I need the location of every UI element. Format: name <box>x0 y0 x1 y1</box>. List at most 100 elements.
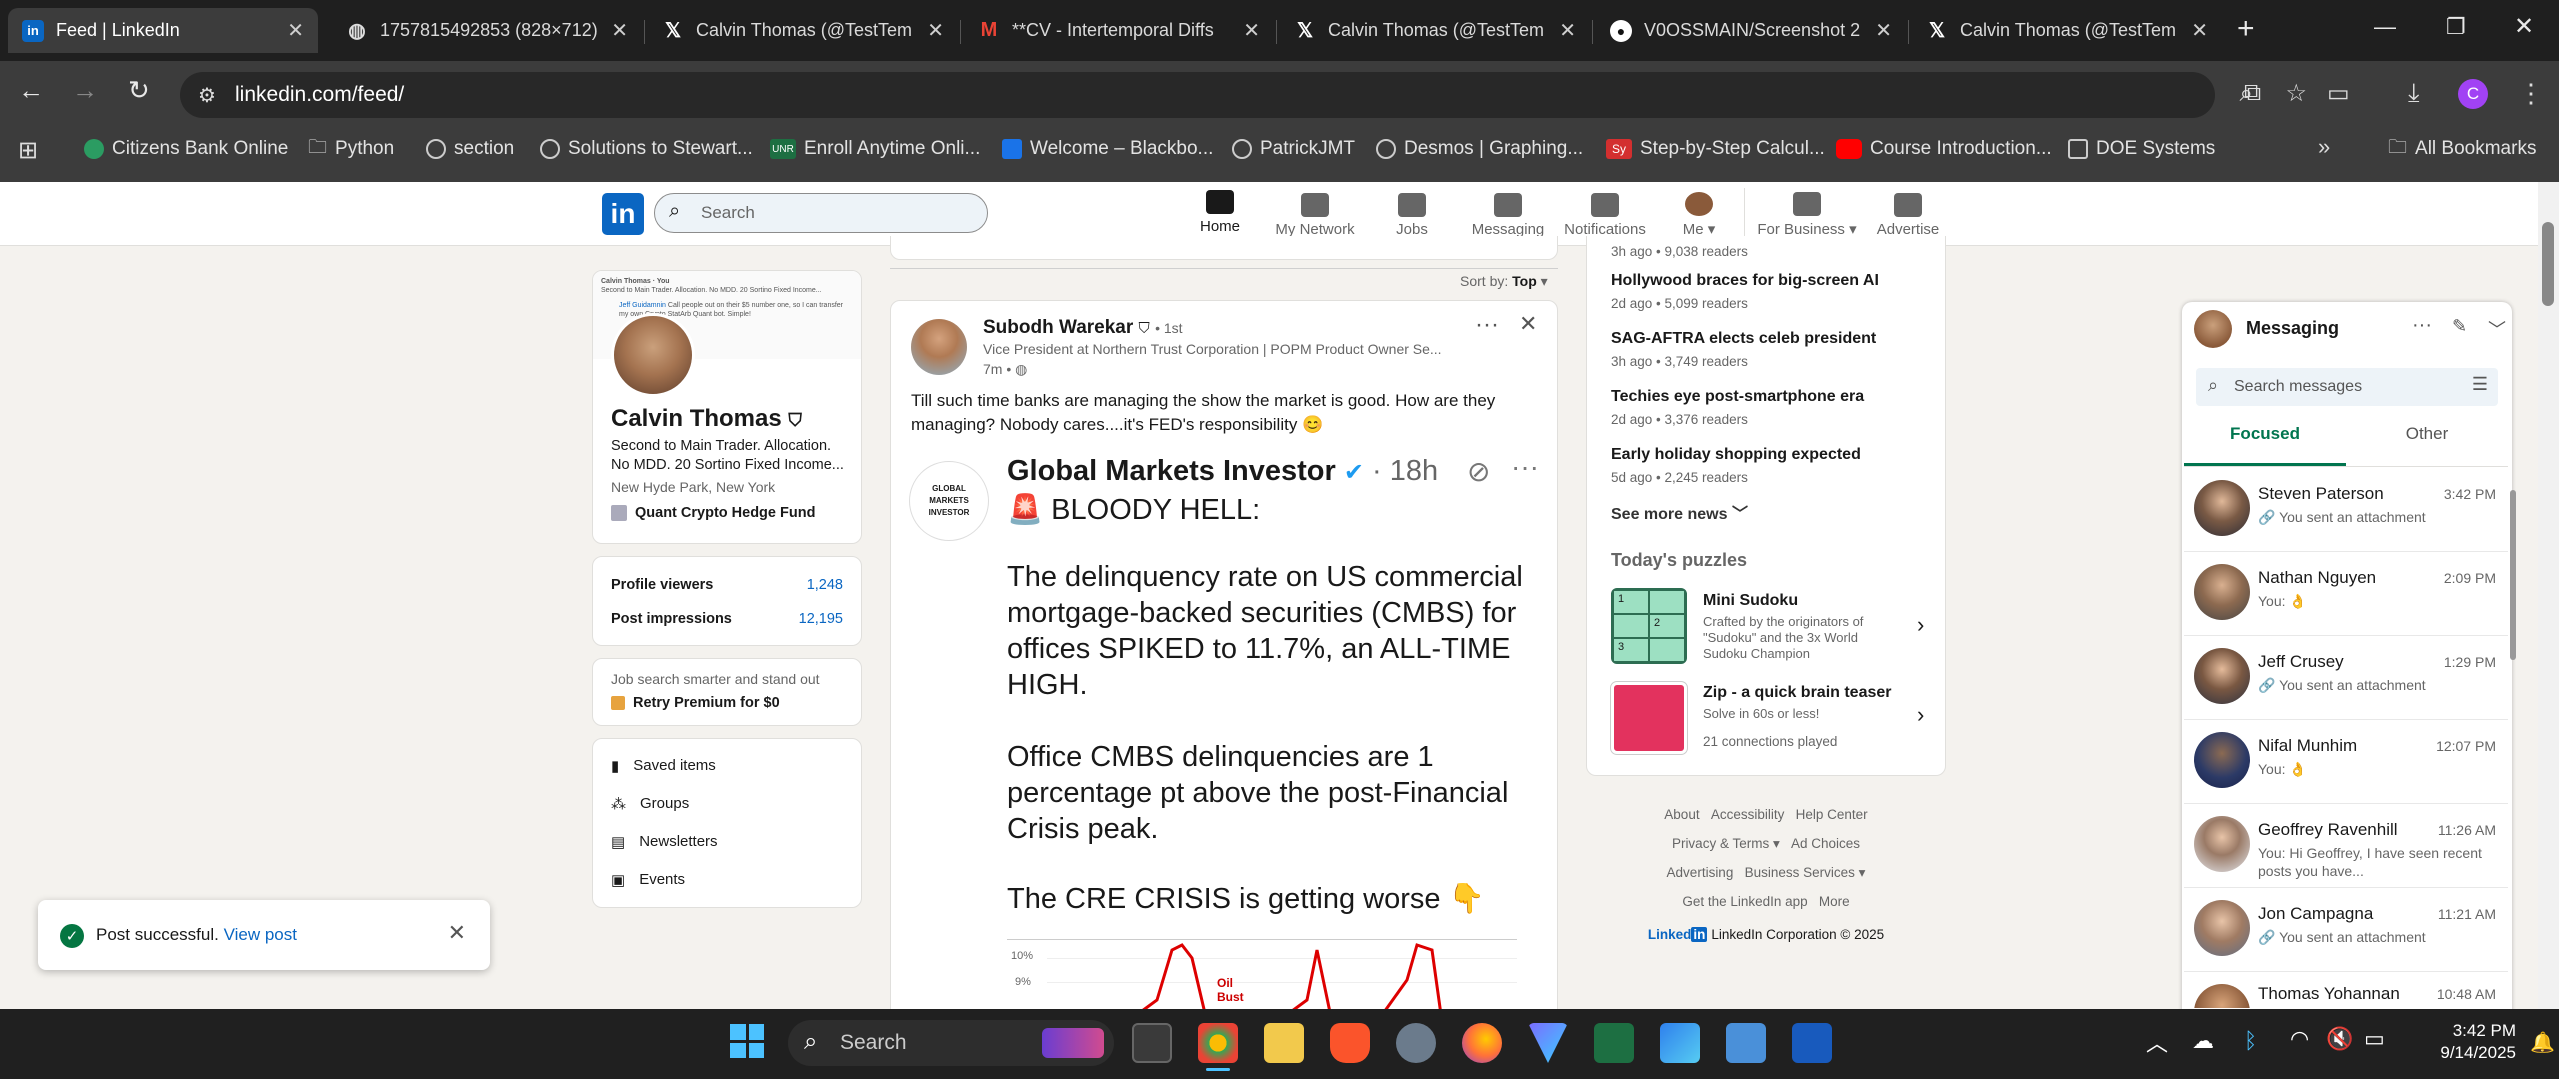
linkedin-logo[interactable]: in <box>602 193 644 235</box>
firefox-icon[interactable] <box>1462 1023 1502 1063</box>
notification-bell-icon[interactable]: 🔔 <box>2530 1030 2555 1055</box>
message-thread[interactable]: Thomas Yohannan 10:48 AM <box>2184 972 2508 1008</box>
new-tab-button[interactable]: + <box>2237 12 2255 46</box>
chevron-right-icon[interactable]: › <box>1917 702 1924 728</box>
message-thread[interactable]: Jon Campagna 11:21 AM 🔗 You sent an atta… <box>2184 888 2508 972</box>
bookmark-blackboard[interactable]: Welcome – Blackbo... <box>1002 134 1213 164</box>
saved-items-link[interactable]: ▮ Saved items <box>611 757 716 775</box>
search-input[interactable]: ⌕ Search <box>654 193 988 233</box>
message-thread[interactable]: Jeff Crusey 1:29 PM 🔗 You sent an attach… <box>2184 636 2508 720</box>
footer-link[interactable]: More <box>1819 894 1850 909</box>
close-icon[interactable]: ✕ <box>1519 311 1537 337</box>
bookmark-stewart[interactable]: Solutions to Stewart... <box>540 134 753 164</box>
chevron-right-icon[interactable]: › <box>1917 612 1924 638</box>
close-window-button[interactable]: ✕ <box>2514 12 2534 41</box>
bookmark-patrickjmt[interactable]: PatrickJMT <box>1232 134 1355 164</box>
bluetooth-icon[interactable]: ᛒ <box>2244 1028 2257 1054</box>
tab-linkedin-feed[interactable]: in Feed | LinkedIn ✕ <box>8 8 318 53</box>
close-icon[interactable]: ✕ <box>1875 18 1892 43</box>
notepad-icon[interactable] <box>1726 1023 1766 1063</box>
tab-other[interactable]: Other <box>2346 424 2508 466</box>
profile-avatar[interactable]: C <box>2458 79 2488 109</box>
apps-grid-icon[interactable]: ⊞ <box>18 136 38 165</box>
news-item-title[interactable]: Hollywood braces for big-screen AI <box>1611 272 1879 290</box>
close-icon[interactable]: ✕ <box>927 18 944 43</box>
volume-muted-icon[interactable]: 🔇 <box>2326 1026 2353 1052</box>
author-line[interactable]: Subodh Warekar ⛉ • 1st <box>983 317 1183 339</box>
post-menu-icon[interactable]: ··· <box>1475 311 1499 339</box>
stat-label[interactable]: Post impressions <box>611 611 732 627</box>
messaging-title[interactable]: Messaging <box>2246 318 2339 339</box>
word-icon[interactable] <box>1792 1023 1832 1063</box>
close-icon[interactable]: ✕ <box>2191 18 2208 43</box>
excel-icon[interactable] <box>1594 1023 1634 1063</box>
search-messages-input[interactable]: ⌕ Search messages ☰ <box>2196 368 2498 406</box>
profile-company[interactable]: Quant Crypto Hedge Fund <box>611 505 815 521</box>
tab-x-calvin-3[interactable]: 𝕏 Calvin Thomas (@TestTem ✕ <box>1912 8 2222 53</box>
scrollbar-thumb[interactable] <box>2542 222 2554 306</box>
post-image[interactable]: GLOBAL MARKETS INVESTOR Global Markets I… <box>891 449 1557 1019</box>
close-icon[interactable]: ✕ <box>1243 18 1260 43</box>
chevron-up-icon[interactable]: ︿ <box>2146 1026 2168 1058</box>
compose-icon[interactable]: ✎ <box>2452 316 2467 337</box>
close-icon[interactable]: ✕ <box>448 920 466 946</box>
reload-button[interactable]: ↻ <box>128 75 150 106</box>
tab-gmail[interactable]: M **CV - Intertemporal Diffs ✕ <box>964 8 1274 53</box>
stat-label[interactable]: Profile viewers <box>611 577 713 593</box>
bookmark-symbolab[interactable]: Sy Step-by-Step Calcul... <box>1606 134 1825 164</box>
bookmark-desmos[interactable]: Desmos | Graphing... <box>1376 134 1583 164</box>
page-scrollbar[interactable] <box>2538 182 2559 1009</box>
bookmark-star-icon[interactable]: ☆ <box>2285 79 2307 108</box>
footer-link[interactable]: Business Services ▾ <box>1745 865 1866 880</box>
groups-link[interactable]: ⁂ Groups <box>611 795 689 813</box>
taskbar-clock[interactable]: 3:42 PM 9/14/2025 <box>2426 1020 2516 1064</box>
minimize-button[interactable]: — <box>2374 14 2396 40</box>
bookmark-youtube[interactable]: Course Introduction... <box>1836 134 2052 164</box>
restore-button[interactable]: ❐ <box>2446 14 2466 40</box>
see-more-news[interactable]: See more news ﹀ <box>1611 500 1748 524</box>
chrome-icon[interactable] <box>1198 1023 1238 1063</box>
newsletters-link[interactable]: ▤ Newsletters <box>611 833 718 851</box>
premium-card[interactable]: Job search smarter and stand out Retry P… <box>592 658 862 726</box>
menu-dots-icon[interactable]: ⋮ <box>2518 78 2544 109</box>
profile-avatar[interactable] <box>611 313 695 397</box>
task-view-icon[interactable] <box>1132 1023 1172 1063</box>
footer-link[interactable]: Help Center <box>1796 807 1868 822</box>
view-post-link[interactable]: View post <box>224 925 297 944</box>
events-link[interactable]: ▣ Events <box>611 871 685 889</box>
battery-icon[interactable]: ▭ <box>2364 1026 2385 1052</box>
bookmark-enroll[interactable]: UNR Enroll Anytime Onli... <box>770 134 980 164</box>
zip-icon[interactable] <box>1611 682 1687 754</box>
footer-link[interactable]: About <box>1664 807 1699 822</box>
profile-name[interactable]: Calvin Thomas ⛉ <box>611 405 802 433</box>
close-icon[interactable]: ✕ <box>611 18 628 43</box>
bookmark-section[interactable]: section <box>426 134 514 164</box>
brave-icon[interactable] <box>1330 1023 1370 1063</box>
message-thread[interactable]: Steven Paterson 3:42 PM 🔗 You sent an at… <box>2184 468 2508 552</box>
author-avatar[interactable] <box>911 319 967 375</box>
back-button[interactable]: ← <box>18 75 44 106</box>
chevron-down-icon[interactable]: ﹀ <box>2488 316 2506 342</box>
footer-link[interactable]: Privacy & Terms ▾ <box>1672 836 1780 851</box>
footer-link[interactable]: Advertising <box>1667 865 1734 880</box>
puzzle-title[interactable]: Mini Sudoku <box>1703 592 1798 610</box>
close-icon[interactable]: ✕ <box>287 18 304 43</box>
sort-control[interactable]: Sort by: Top ▾ <box>1454 273 1548 290</box>
bookmark-python[interactable]: 🗀 Python <box>308 134 394 164</box>
all-bookmarks[interactable]: 🗀 All Bookmarks <box>2388 134 2536 164</box>
windows-start-icon[interactable] <box>730 1024 764 1058</box>
tab-focused[interactable]: Focused <box>2184 424 2346 466</box>
message-thread[interactable]: Geoffrey Ravenhill 11:26 AM You: Hi Geof… <box>2184 804 2508 888</box>
photos-icon[interactable] <box>1660 1023 1700 1063</box>
news-item-title[interactable]: SAG-AFTRA elects celeb president <box>1611 330 1876 348</box>
puzzle-title[interactable]: Zip - a quick brain teaser <box>1703 684 1892 702</box>
cast-icon[interactable]: ▭ <box>2327 79 2350 108</box>
footer-link[interactable]: Accessibility <box>1711 807 1785 822</box>
premium-link[interactable]: Retry Premium for $0 <box>611 695 780 711</box>
file-explorer-icon[interactable] <box>1264 1023 1304 1063</box>
sudoku-icon[interactable]: 1 2 3 <box>1611 588 1687 664</box>
author-name[interactable]: Subodh Warekar <box>983 317 1133 338</box>
news-item-title[interactable]: Techies eye post-smartphone era <box>1611 388 1864 406</box>
tab-x-calvin-2[interactable]: 𝕏 Calvin Thomas (@TestTem ✕ <box>1280 8 1590 53</box>
bookmark-doe[interactable]: DOE Systems <box>2068 134 2215 164</box>
